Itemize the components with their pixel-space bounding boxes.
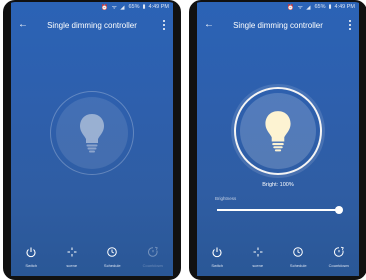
brightness-readout: Bright: 100% — [262, 182, 294, 188]
nav-switch[interactable]: Switch — [14, 242, 48, 268]
status-time: 4:49 PM — [148, 4, 169, 10]
brightness-label: Brightness — [215, 196, 237, 201]
status-time: 4:49 PM — [334, 4, 355, 10]
timer-icon — [147, 246, 158, 257]
slider-fill — [217, 209, 339, 211]
bottom-nav: Switch scene Schedule Countdown — [197, 242, 359, 274]
battery-level: 65% — [314, 4, 326, 10]
bulb-toggle[interactable] — [50, 91, 134, 175]
nav-countdown[interactable]: Countdown — [136, 242, 170, 268]
clock-icon — [107, 247, 118, 257]
battery-level: 65% — [128, 4, 140, 10]
status-icons: ⏰ ᯤ ◢ — [101, 5, 126, 11]
nav-countdown-label: Countdown — [142, 263, 163, 268]
nav-countdown-label: Countdown — [328, 263, 349, 268]
bulb-toggle[interactable] — [234, 87, 322, 175]
nav-scene[interactable]: scene — [55, 242, 89, 268]
battery-icon: ▮ — [142, 4, 146, 10]
app-screen-off: ⏰ ᯤ ◢ 65% ▮ 4:49 PM ← Single dimming con… — [11, 2, 173, 276]
slider-thumb[interactable] — [335, 206, 343, 214]
status-bar: ⏰ ᯤ ◢ 65% ▮ 4:49 PM — [11, 2, 173, 12]
phone-frame-right: ⏰ ᯤ ◢ 65% ▮ 4:49 PM ← Single dimming con… — [189, 0, 366, 280]
nav-switch-label: Switch — [211, 263, 224, 268]
nav-countdown[interactable]: Countdown — [322, 242, 356, 268]
lightbulb-icon — [265, 111, 291, 152]
nav-switch-label: Switch — [25, 263, 38, 268]
bottom-nav: Switch scene Schedule Countdown — [11, 242, 173, 274]
battery-icon: ▮ — [328, 4, 332, 10]
app-bar: ← Single dimming controller — [197, 16, 359, 36]
sparkle-icon — [67, 247, 77, 257]
nav-scene-label: scene — [252, 263, 264, 268]
app-screen-on: ⏰ ᯤ ◢ 65% ▮ 4:49 PM ← Single dimming con… — [197, 2, 359, 276]
phone-frame-left: ⏰ ᯤ ◢ 65% ▮ 4:49 PM ← Single dimming con… — [3, 0, 181, 280]
status-icons: ⏰ ᯤ ◢ — [287, 5, 312, 11]
nav-scene-label: scene — [66, 263, 78, 268]
page-title: Single dimming controller — [233, 21, 323, 30]
nav-switch[interactable]: Switch — [200, 242, 234, 268]
more-menu-icon[interactable] — [161, 19, 167, 31]
app-bar: ← Single dimming controller — [11, 16, 173, 36]
page-title: Single dimming controller — [47, 21, 137, 30]
lightbulb-icon — [80, 114, 104, 153]
nav-schedule[interactable]: Schedule — [95, 242, 129, 268]
more-menu-icon[interactable] — [347, 19, 353, 31]
power-icon — [212, 247, 222, 258]
power-icon — [26, 247, 36, 258]
nav-schedule-label: Schedule — [103, 263, 121, 268]
status-bar: ⏰ ᯤ ◢ 65% ▮ 4:49 PM — [197, 2, 359, 12]
timer-icon — [333, 246, 344, 257]
clock-icon — [293, 247, 304, 257]
nav-schedule[interactable]: Schedule — [281, 242, 315, 268]
nav-schedule-label: Schedule — [289, 263, 307, 268]
brightness-slider[interactable] — [217, 206, 343, 214]
nav-scene[interactable]: scene — [241, 242, 275, 268]
sparkle-icon — [253, 247, 263, 257]
